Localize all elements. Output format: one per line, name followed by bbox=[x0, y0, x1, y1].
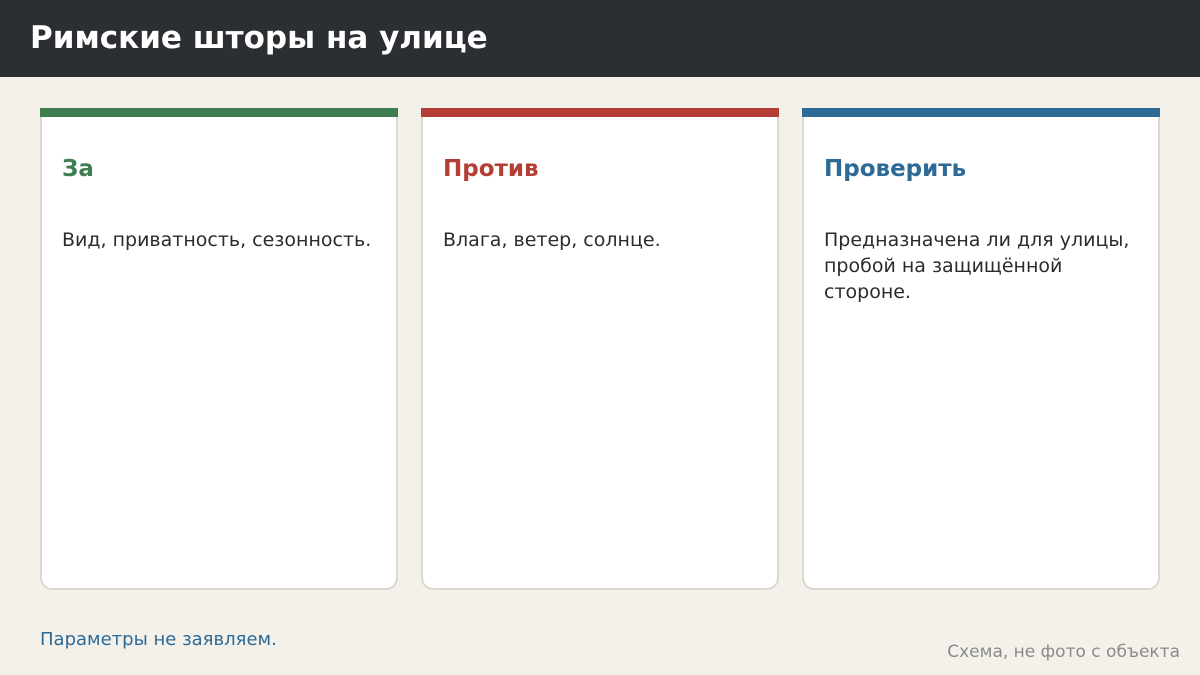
card-pros: За Вид, приватность, сезонность. bbox=[40, 108, 398, 590]
card-check-accent-bar bbox=[802, 108, 1160, 117]
image-caption: Схема, не фото с объекта bbox=[947, 642, 1180, 662]
card-check: Проверить Предназначена ли для улицы, пр… bbox=[802, 108, 1160, 590]
card-cons-heading: Против bbox=[443, 156, 539, 182]
footer-note: Параметры не заявляем. bbox=[40, 629, 277, 650]
card-check-text: Предназначена ли для улицы, пробой на за… bbox=[824, 229, 1130, 303]
header-bar: Римские шторы на улице bbox=[0, 0, 1200, 77]
card-cons-text: Влага, ветер, солнце. bbox=[443, 229, 661, 251]
card-pros-text: Вид, приватность, сезонность. bbox=[62, 229, 372, 251]
card-cons: Против Влага, ветер, солнце. bbox=[421, 108, 779, 590]
card-check-heading: Проверить bbox=[824, 156, 967, 182]
page-title: Римские шторы на улице bbox=[30, 20, 488, 56]
card-cons-accent-bar bbox=[421, 108, 779, 117]
card-cons-body: Против Влага, ветер, солнце. bbox=[421, 117, 779, 590]
card-check-body: Проверить Предназначена ли для улицы, пр… bbox=[802, 117, 1160, 590]
card-pros-body: За Вид, приватность, сезонность. bbox=[40, 117, 398, 590]
card-pros-accent-bar bbox=[40, 108, 398, 117]
card-pros-heading: За bbox=[62, 156, 94, 182]
